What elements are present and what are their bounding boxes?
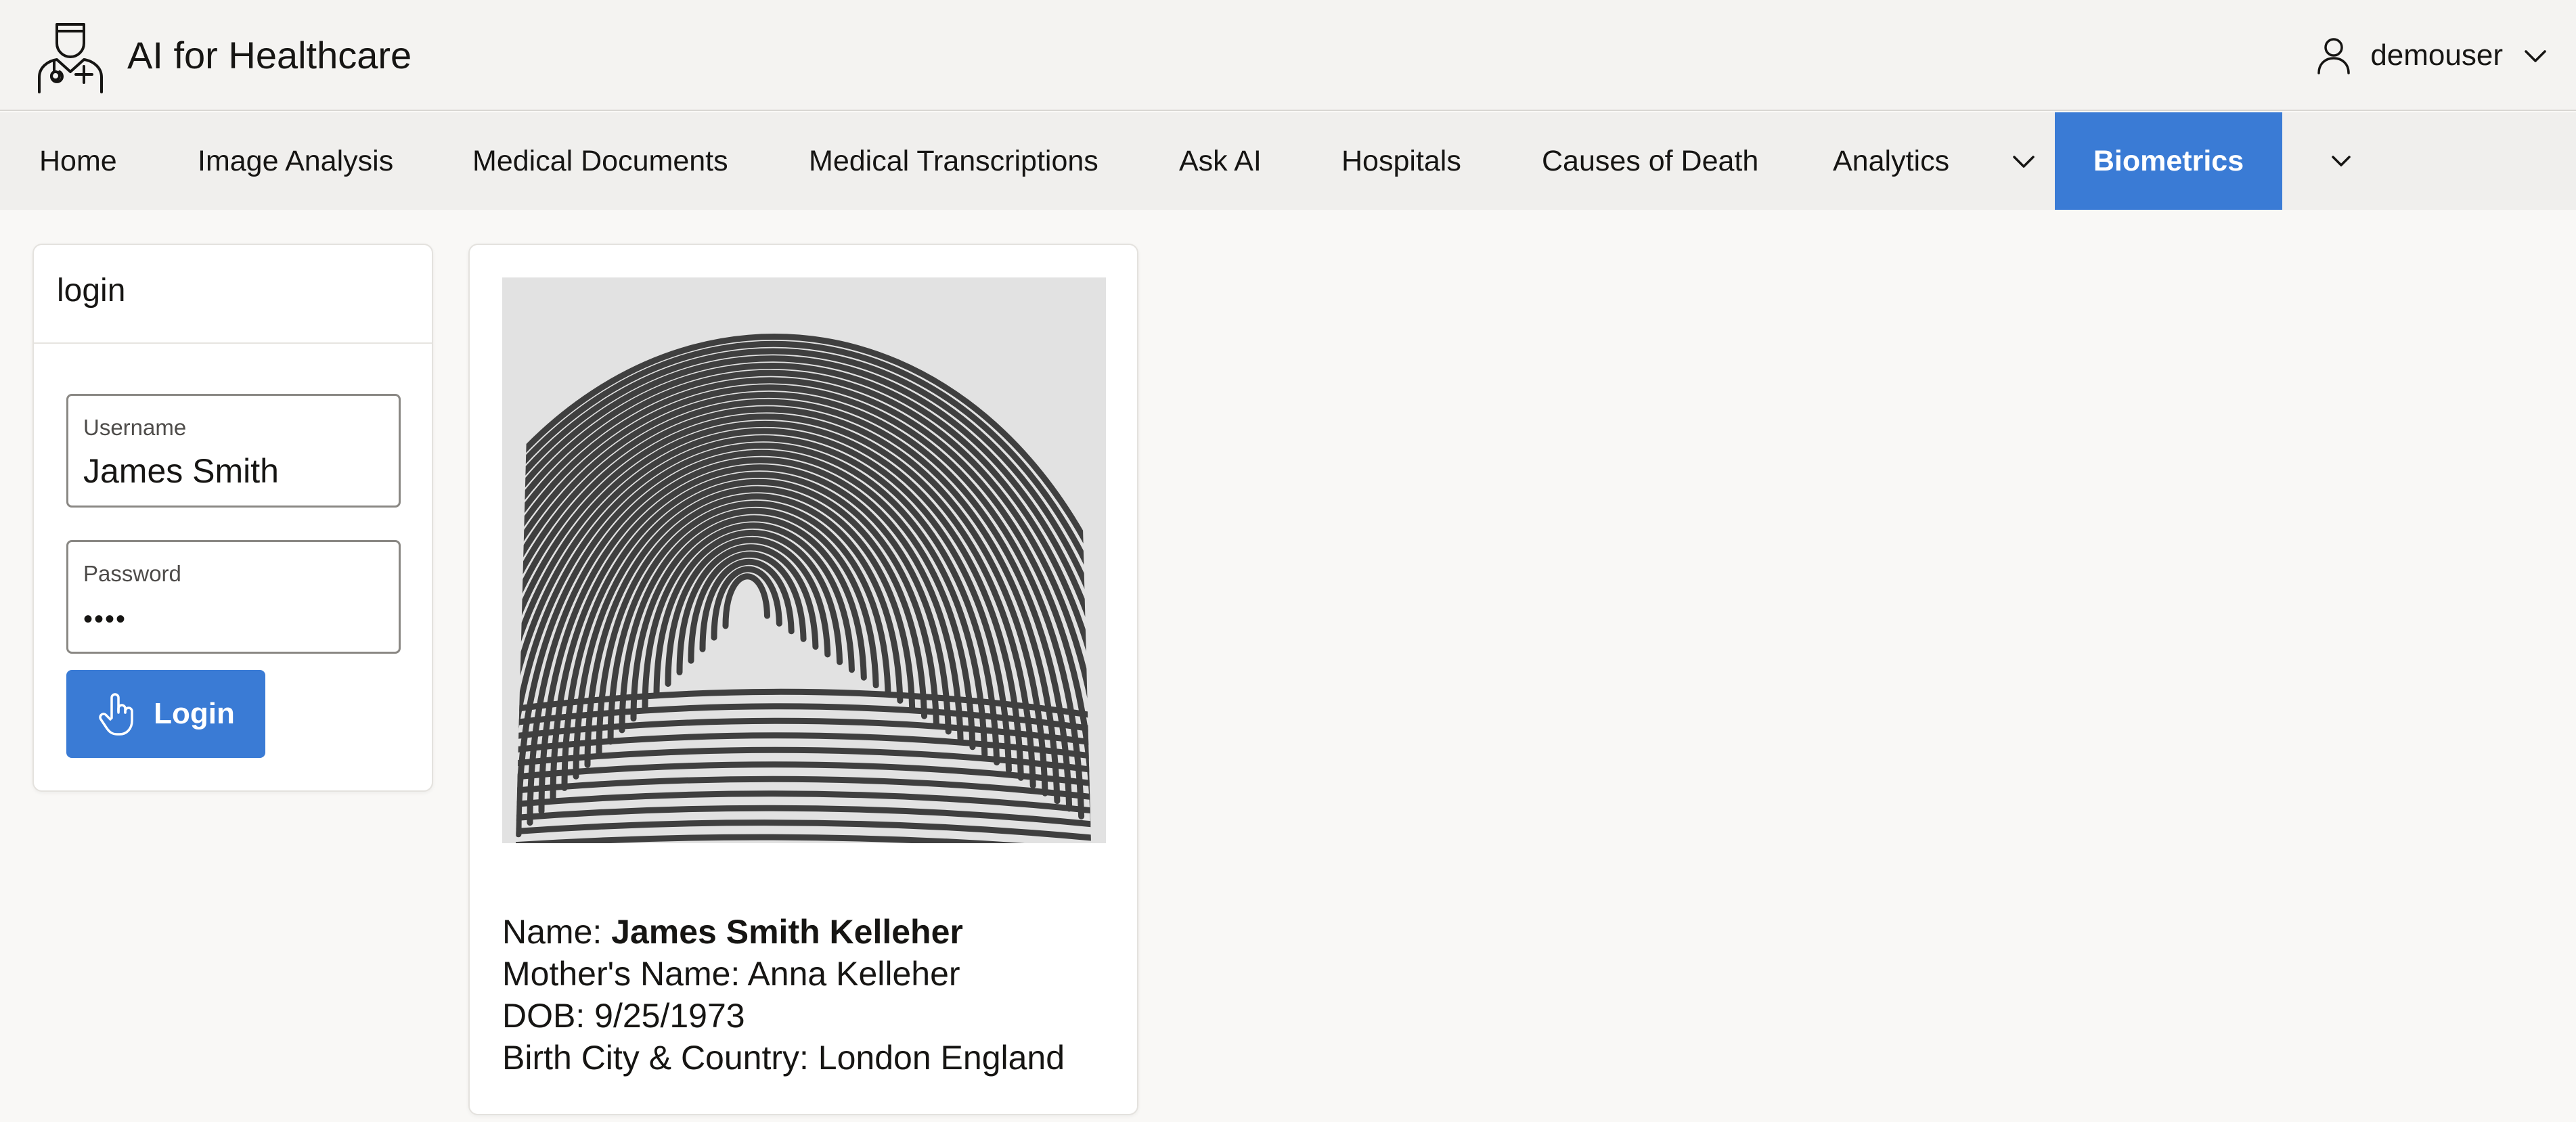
username-field[interactable]: Username (66, 394, 401, 508)
user-name: demouser (2370, 39, 2503, 72)
nav-item-causes-of-death[interactable]: Causes of Death (1542, 112, 1758, 210)
biometrics-dropdown-toggle[interactable] (2317, 112, 2365, 210)
doctor-icon (38, 23, 103, 93)
chevron-down-icon (2332, 156, 2351, 166)
nav-item-medical-transcriptions[interactable]: Medical Transcriptions (809, 112, 1098, 210)
nav-item-analytics[interactable]: Analytics (1833, 112, 1949, 210)
login-button[interactable]: Login (66, 670, 265, 758)
password-label: Password (83, 561, 181, 586)
nav-item-home[interactable]: Home (39, 112, 117, 210)
nav-item-biometrics[interactable]: Biometrics (2055, 112, 2282, 210)
nav-item-image-analysis[interactable]: Image Analysis (198, 112, 393, 210)
chevron-down-icon (2013, 156, 2035, 168)
user-icon (2317, 38, 2351, 74)
chevron-down-icon (2525, 50, 2546, 62)
nav-item-hospitals[interactable]: Hospitals (1341, 112, 1461, 210)
biometric-info: Name: James Smith Kelleher Mother's Name… (502, 911, 1111, 1079)
app-title: AI for Healthcare (127, 34, 412, 76)
name-line: Name: James Smith Kelleher (502, 911, 1111, 953)
main-nav: Home Image Analysis Medical Documents Me… (0, 112, 2576, 210)
username-input[interactable] (83, 451, 381, 491)
user-menu[interactable]: demouser (2313, 27, 2549, 84)
birth-place-line: Birth City & Country: London England (502, 1039, 1065, 1077)
login-divider (34, 342, 432, 344)
nav-item-ask-ai[interactable]: Ask AI (1179, 112, 1262, 210)
dob-line: DOB: 9/25/1973 (502, 997, 745, 1035)
name-prefix: Name: (502, 913, 612, 951)
biometric-card: Name: James Smith Kelleher Mother's Name… (468, 244, 1138, 1115)
fingerprint-image (502, 277, 1106, 843)
hand-pointer-icon (99, 693, 133, 736)
password-input[interactable]: •••• (83, 604, 127, 635)
app-header: AI for Healthcare demouser (0, 0, 2576, 111)
analytics-dropdown-toggle[interactable] (2000, 112, 2047, 210)
username-label: Username (83, 415, 187, 440)
person-name: James Smith Kelleher (611, 913, 963, 951)
login-title: login (57, 273, 126, 309)
mother-name-line: Mother's Name: Anna Kelleher (502, 955, 960, 993)
nav-item-medical-documents[interactable]: Medical Documents (472, 112, 728, 210)
password-field[interactable]: Password •••• (66, 540, 401, 654)
login-panel: login Username Password •••• Login (32, 244, 433, 792)
login-button-label: Login (154, 697, 235, 730)
